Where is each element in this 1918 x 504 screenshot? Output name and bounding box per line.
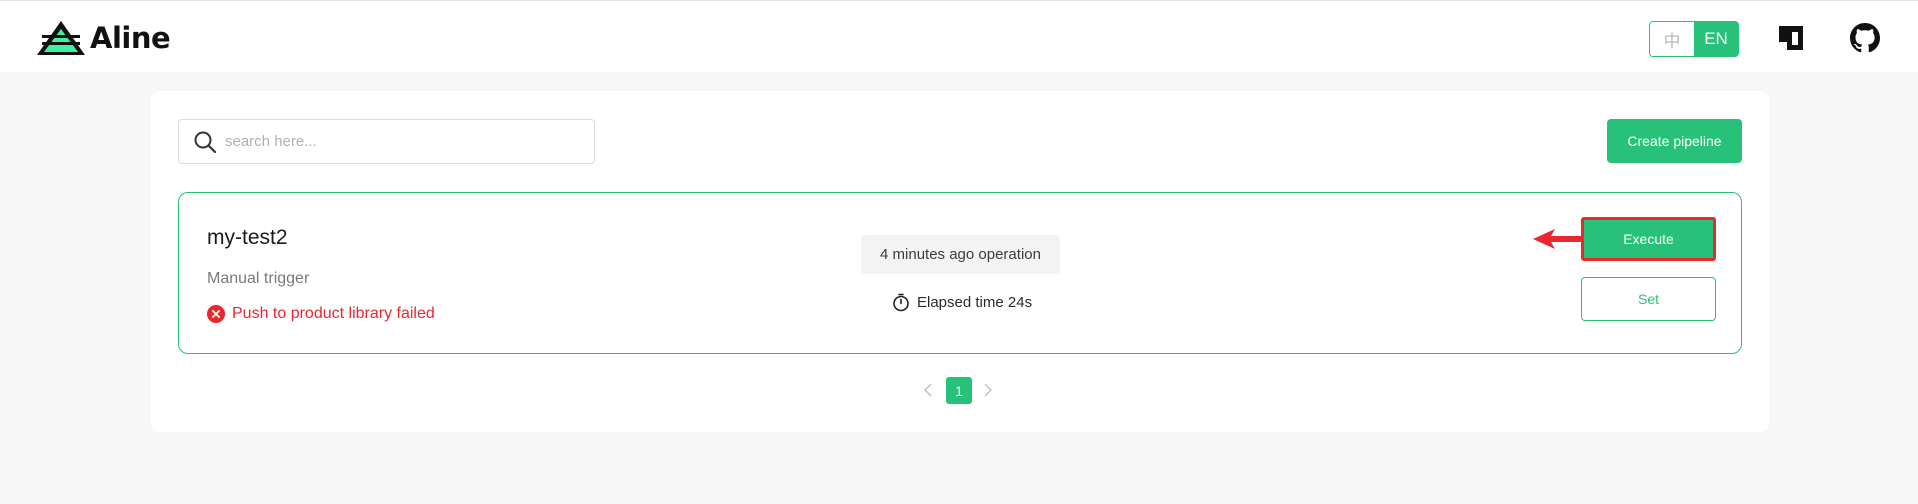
pagination: 1: [923, 377, 997, 404]
chevron-left-icon[interactable]: [923, 383, 933, 397]
create-pipeline-button[interactable]: Create pipeline: [1607, 119, 1742, 163]
elapsed-time-text: Elapsed time 24s: [917, 293, 1033, 311]
logo-text: Aline: [90, 21, 171, 55]
lang-en-button[interactable]: EN: [1694, 22, 1738, 56]
pipeline-status: Push to product library failed: [207, 305, 435, 323]
logo[interactable]: Aline: [36, 20, 171, 56]
red-arrow-icon: [1533, 229, 1583, 249]
last-operation-badge: 4 minutes ago operation: [861, 235, 1060, 274]
notion-icon[interactable]: [1776, 23, 1806, 53]
error-circle-icon: [207, 305, 225, 323]
set-button[interactable]: Set: [1581, 277, 1716, 321]
execute-button[interactable]: Execute: [1581, 217, 1716, 261]
github-icon[interactable]: [1850, 23, 1880, 53]
language-toggle: 中 EN: [1649, 21, 1739, 57]
pipeline-panel: Create pipeline my-test2 Manual trigger …: [151, 91, 1769, 432]
top-header: Aline 中 EN: [0, 0, 1918, 72]
stopwatch-icon: [893, 293, 909, 312]
pipeline-name[interactable]: my-test2: [207, 226, 288, 250]
pipeline-card[interactable]: my-test2 Manual trigger Push to product …: [178, 192, 1742, 354]
chevron-right-icon[interactable]: [983, 383, 993, 397]
aline-logo-icon: [37, 21, 85, 55]
search-input[interactable]: [225, 133, 585, 150]
search-icon: [194, 131, 217, 153]
page-1-button[interactable]: 1: [946, 377, 972, 404]
status-text: Push to product library failed: [232, 305, 435, 322]
lang-zh-button[interactable]: 中: [1650, 22, 1694, 56]
search-box[interactable]: [178, 119, 595, 164]
elapsed-time: Elapsed time 24s: [891, 290, 1032, 314]
pipeline-trigger: Manual trigger: [207, 270, 310, 287]
